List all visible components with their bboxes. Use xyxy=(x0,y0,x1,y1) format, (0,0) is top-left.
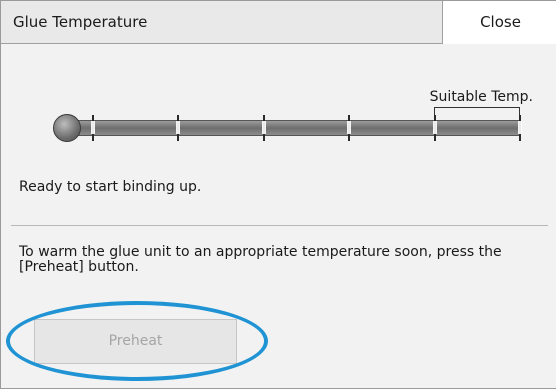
gauge-tick xyxy=(433,115,437,141)
gauge-tick xyxy=(262,115,266,141)
gauge-tick xyxy=(347,115,351,141)
status-message: Ready to start binding up. xyxy=(19,179,202,195)
gauge-tick xyxy=(518,115,522,141)
gauge-tick xyxy=(91,115,95,141)
close-button[interactable]: Close xyxy=(442,1,557,44)
preheat-button[interactable]: Preheat xyxy=(34,319,237,364)
glue-temperature-dialog: Glue Temperature Close Suitable Temp. Re… xyxy=(0,0,557,389)
temperature-indicator-knob xyxy=(53,114,81,142)
suitable-temp-bracket xyxy=(434,107,520,117)
section-divider xyxy=(11,225,548,226)
preheat-instruction: To warm the glue unit to an appropriate … xyxy=(19,244,502,275)
dialog-title: Glue Temperature xyxy=(13,13,148,31)
temperature-gauge-track xyxy=(67,120,521,136)
suitable-temp-label: Suitable Temp. xyxy=(429,89,533,105)
gauge-tick xyxy=(176,115,180,141)
title-bar: Glue Temperature Close xyxy=(1,1,557,44)
